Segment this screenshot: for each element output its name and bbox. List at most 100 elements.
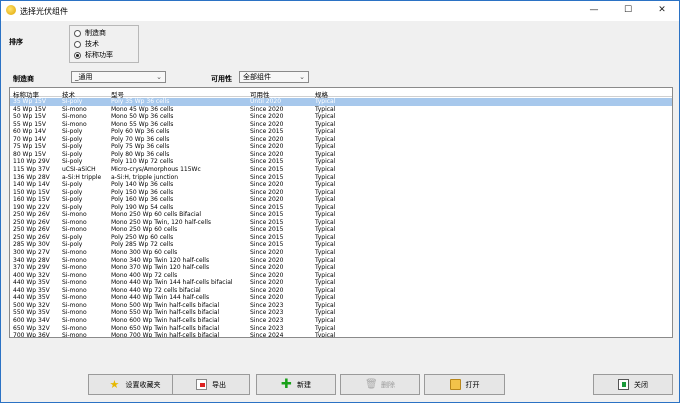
cell-technology: Si-mono xyxy=(62,301,87,309)
delete-button[interactable]: 🗑 删除 xyxy=(340,374,420,395)
open-button[interactable]: 打开 xyxy=(424,374,505,395)
close-button[interactable]: 关闭 xyxy=(593,374,673,395)
cell-nominal-power: 400 Wp 32V xyxy=(13,271,50,279)
export-label: 导出 xyxy=(212,380,226,389)
sort-option-manufacturer[interactable]: 制造商 xyxy=(74,28,106,38)
cell-nominal-power: 250 Wp 26V xyxy=(13,226,50,234)
table-row[interactable]: 400 Wp 32V Si-mono Mono 400 Wp 72 cells Sin… xyxy=(10,272,672,280)
cell-model: Poly 250 Wp 60 cells xyxy=(111,233,174,241)
cell-availability: Since 2015 xyxy=(250,165,284,173)
cell-availability: Since 2020 xyxy=(250,264,284,272)
cell-availability: Since 2020 xyxy=(250,294,284,302)
new-button[interactable]: ✚ 新建 xyxy=(256,374,336,395)
sort-option-technology[interactable]: 技术 xyxy=(74,39,99,49)
table-row[interactable]: 80 Wp 15V Si-poly Poly 80 Wp 36 cells Since… xyxy=(10,151,672,159)
table-row[interactable]: 50 Wp 15V Si-mono Mono 50 Wp 36 cells Since… xyxy=(10,113,672,121)
table-row[interactable]: 600 Wp 34V Si-mono Mono 600 Wp Twin half-c… xyxy=(10,317,672,325)
cell-technology: Si-poly xyxy=(62,203,83,211)
minimize-button[interactable]: — xyxy=(577,1,611,21)
set-favorites-button[interactable]: ★ 设置收藏夹 xyxy=(88,374,182,395)
cell-technology: Si-poly xyxy=(62,128,83,136)
table-row[interactable]: 190 Wp 22V Si-poly Poly 190 Wp 54 cells Sin… xyxy=(10,204,672,212)
table-row[interactable]: 250 Wp 26V Si-mono Mono 250 Wp 60 cells Sin… xyxy=(10,226,672,234)
radio-button[interactable] xyxy=(74,29,81,37)
cell-availability: Since 2024 xyxy=(250,332,284,338)
cell-availability: Since 2020 xyxy=(250,113,284,121)
cell-availability: Since 2023 xyxy=(250,301,284,309)
table-row[interactable]: 440 Wp 35V Si-mono Mono 440 Wp Twin 144 ha… xyxy=(10,279,672,287)
table-row[interactable]: 160 Wp 15V Si-poly Poly 160 Wp 36 cells Sin… xyxy=(10,196,672,204)
cell-model: Mono 300 Wp 60 cells xyxy=(111,249,178,256)
manufacturer-select[interactable]: _通用 ⌄ xyxy=(71,71,166,83)
cell-technology: Si-poly xyxy=(62,196,83,204)
sort-option-nominal-power[interactable]: 标称功率 xyxy=(74,50,113,60)
cell-availability: Since 2020 xyxy=(250,120,284,128)
cell-model: Mono 45 Wp 36 cells xyxy=(111,105,174,113)
cell-model: Poly 190 Wp 54 cells xyxy=(111,203,174,211)
cell-spec: Typical xyxy=(315,120,336,128)
cell-model: Poly 35 Wp 36 cells xyxy=(111,98,170,105)
cell-nominal-power: 150 Wp 15V xyxy=(13,188,50,196)
cell-nominal-power: 700 Wp 36V xyxy=(13,332,50,338)
cell-availability: Since 2020 xyxy=(250,135,284,143)
cell-technology: uCSI-aSiCH xyxy=(62,165,96,173)
table-row[interactable]: 340 Wp 28V Si-mono Mono 340 Wp Twin 120 ha… xyxy=(10,257,672,265)
delete-label: 删除 xyxy=(381,380,395,389)
cell-availability: Since 2015 xyxy=(250,211,284,219)
cell-model: Mono 440 Wp 72 cells bifacial xyxy=(111,286,201,294)
cell-spec: Typical xyxy=(315,226,336,234)
table-row[interactable]: 370 Wp 29V Si-mono Mono 370 Wp Twin 120 ha… xyxy=(10,264,672,272)
export-button[interactable]: 导出 xyxy=(172,374,250,395)
table-row[interactable]: 440 Wp 35V Si-mono Mono 440 Wp Twin 144 ha… xyxy=(10,294,672,302)
table-row[interactable]: 70 Wp 14V Si-poly Poly 70 Wp 36 cells Since… xyxy=(10,136,672,144)
cell-availability: Since 2020 xyxy=(250,181,284,189)
table-row[interactable]: 140 Wp 14V Si-poly Poly 140 Wp 36 cells Sin… xyxy=(10,181,672,189)
table-row[interactable]: 136 Wp 28V a-Si:H tripple a-Si:H, tripple … xyxy=(10,174,672,182)
table-row[interactable]: 60 Wp 14V Si-poly Poly 60 Wp 36 cells Since… xyxy=(10,128,672,136)
table-row[interactable]: 250 Wp 26V Si-mono Mono 250 Wp Twin, 120 h… xyxy=(10,219,672,227)
table-row[interactable]: 500 Wp 32V Si-mono Mono 500 Wp Twin half-c… xyxy=(10,302,672,310)
plus-icon: ✚ xyxy=(281,377,292,392)
trash-icon: 🗑 xyxy=(365,379,378,390)
table-row[interactable]: 115 Wp 37V uCSI-aSiCH Micro-crys/Amorphous… xyxy=(10,166,672,174)
cell-spec: Typical xyxy=(315,158,336,166)
cell-model: Mono 370 Wp Twin 120 half-cells xyxy=(111,264,210,272)
cell-technology: Si-mono xyxy=(62,256,87,264)
close-window-button[interactable]: ✕ xyxy=(645,1,679,21)
cell-nominal-power: 140 Wp 14V xyxy=(13,181,50,189)
title-bar: 选择光伏组件 — ☐ ✕ xyxy=(1,1,679,21)
cell-model: Poly 150 Wp 36 cells xyxy=(111,188,174,196)
cell-nominal-power: 60 Wp 14V xyxy=(13,128,46,136)
sort-option-label: 技术 xyxy=(85,40,99,48)
exit-icon xyxy=(618,379,629,390)
cell-nominal-power: 70 Wp 14V xyxy=(13,135,46,143)
cell-spec: Typical xyxy=(315,286,336,294)
table-row[interactable]: 300 Wp 27V Si-mono Mono 300 Wp 60 cells Sin… xyxy=(10,249,672,257)
pv-module-list[interactable]: 标称功率 技术 型号 可用性 规格 35 Wp 15V Si-poly Poly 3… xyxy=(9,87,673,338)
sort-option-label: 标称功率 xyxy=(85,51,113,59)
cell-spec: Typical xyxy=(315,264,336,272)
maximize-button[interactable]: ☐ xyxy=(611,1,645,21)
cell-nominal-power: 190 Wp 22V xyxy=(13,203,50,211)
table-row[interactable]: 110 Wp 29V Si-poly Poly 110 Wp 72 cells Sin… xyxy=(10,158,672,166)
table-row[interactable]: 650 Wp 32V Si-mono Mono 650 Wp Twin half-c… xyxy=(10,325,672,333)
table-row[interactable]: 75 Wp 15V Si-poly Poly 75 Wp 36 cells Since… xyxy=(10,143,672,151)
table-row[interactable]: 55 Wp 15V Si-mono Mono 55 Wp 36 cells Since… xyxy=(10,121,672,129)
table-row[interactable]: 45 Wp 15V Si-mono Mono 45 Wp 36 cells Since… xyxy=(10,106,672,114)
table-row[interactable]: 250 Wp 26V Si-poly Poly 250 Wp 60 cells Sin… xyxy=(10,234,672,242)
table-row[interactable]: 285 Wp 30V Si-poly Poly 285 Wp 72 cells Sin… xyxy=(10,241,672,249)
sort-label: 排序 xyxy=(9,38,23,46)
table-row[interactable]: 440 Wp 35V Si-mono Mono 440 Wp 72 cells bi… xyxy=(10,287,672,295)
radio-button-checked[interactable] xyxy=(74,51,81,59)
table-row[interactable]: 150 Wp 15V Si-poly Poly 150 Wp 36 cells Sin… xyxy=(10,189,672,197)
table-row[interactable]: 35 Wp 15V Si-poly Poly 35 Wp 36 cells Until… xyxy=(10,98,672,106)
availability-select[interactable]: 全部组件 ⌄ xyxy=(239,71,309,83)
window-title: 选择光伏组件 xyxy=(20,7,68,16)
table-row[interactable]: 250 Wp 26V Si-mono Mono 250 Wp 60 cells Bi… xyxy=(10,211,672,219)
table-row[interactable]: 700 Wp 36V Si-mono Mono 700 Wp Twin half-c… xyxy=(10,332,672,338)
cell-model: Poly 110 Wp 72 cells xyxy=(111,158,174,166)
radio-button[interactable] xyxy=(74,40,81,48)
select-pv-module-dialog: 选择光伏组件 — ☐ ✕ 排序 制造商 技术 标称功率 制造商 _通用 ⌄ 可用… xyxy=(0,0,680,403)
table-row[interactable]: 550 Wp 35V Si-mono Mono 550 Wp Twin half-c… xyxy=(10,309,672,317)
cell-model: Micro-crys/Amorphous 115Wc xyxy=(111,165,201,173)
